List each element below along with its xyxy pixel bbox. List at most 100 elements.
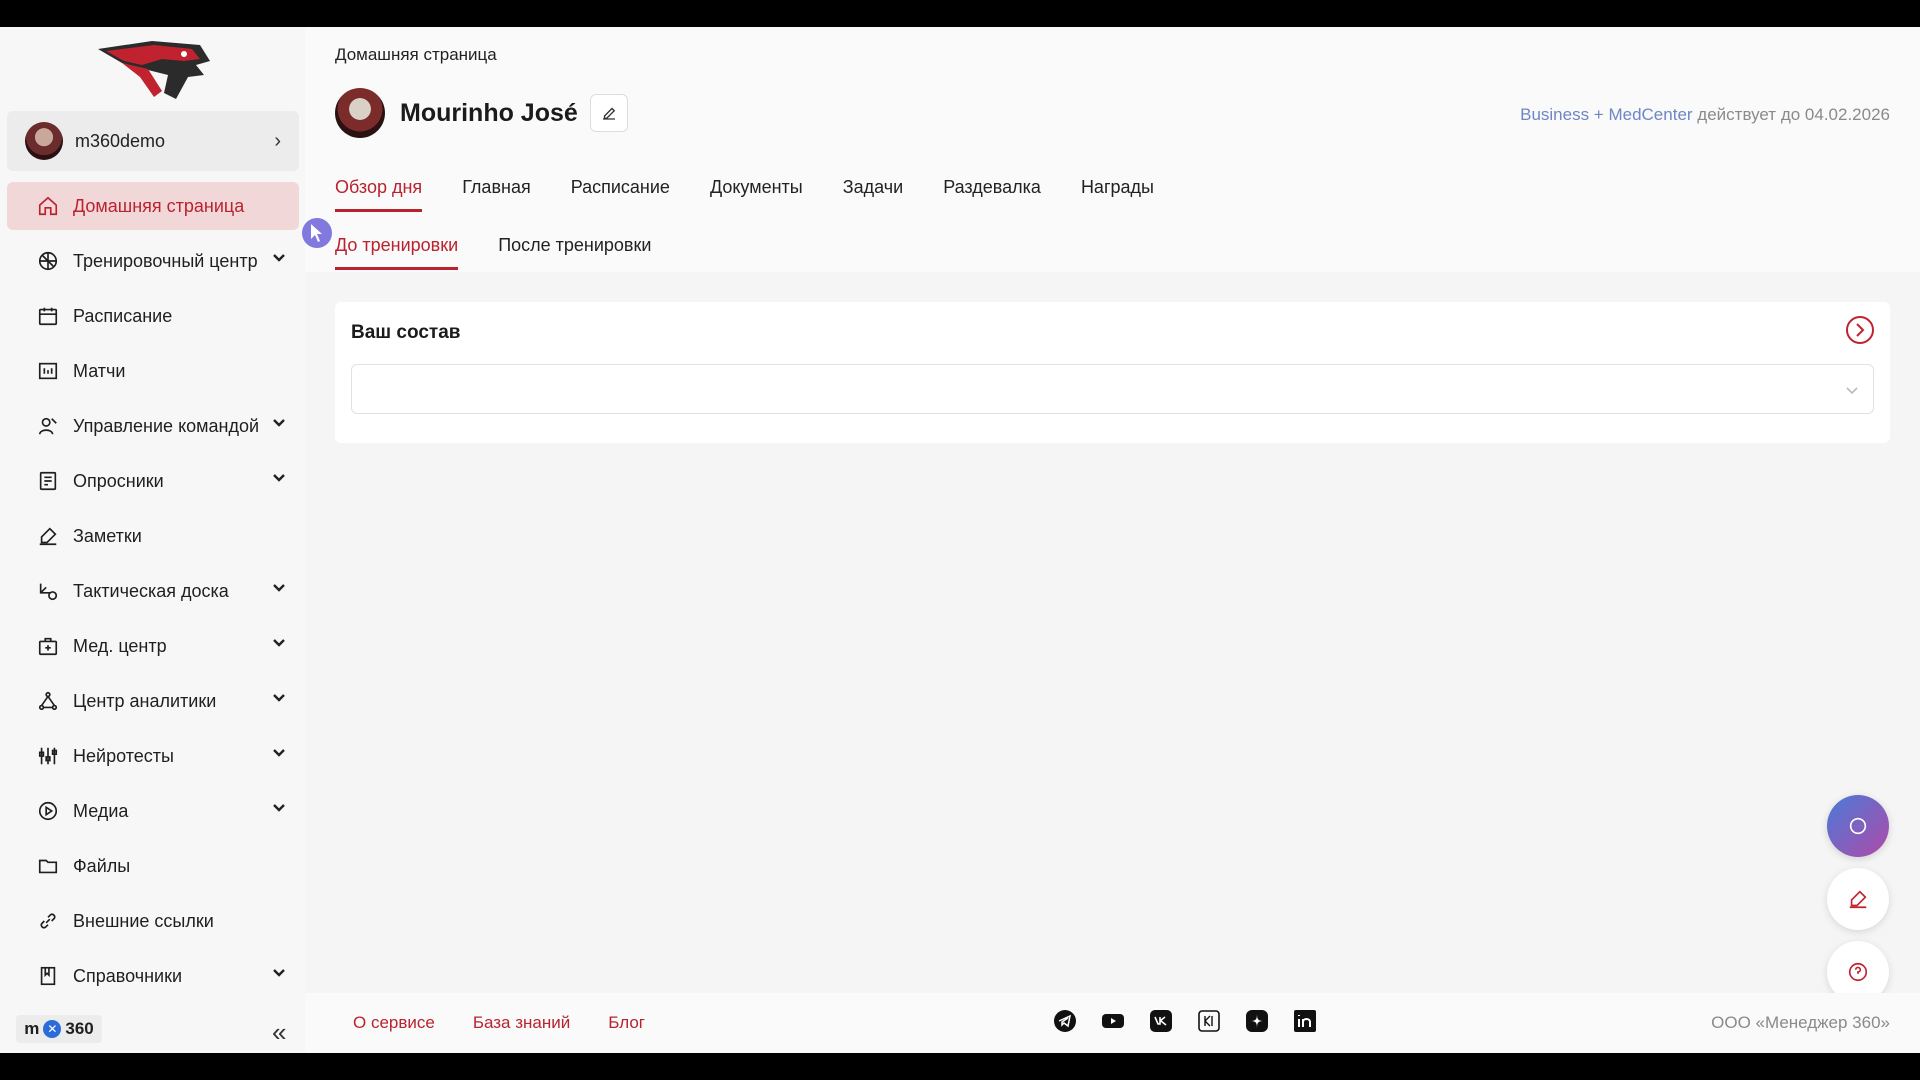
- app-window: m360demo › Домашняя страница Тренировочн…: [0, 27, 1920, 1053]
- marker-icon: [1849, 890, 1867, 909]
- mouse-cursor-icon: [302, 218, 332, 248]
- pencil-icon: [602, 107, 616, 120]
- sidebar-item-schedule[interactable]: Расписание: [7, 292, 299, 340]
- calendar-icon: [35, 303, 61, 329]
- footer-links: О сервисе База знаний Блог: [353, 1013, 645, 1033]
- sidebar-item-team-management[interactable]: Управление командой: [7, 402, 299, 450]
- sliders-icon: [35, 743, 61, 769]
- main-content: Домашняя страница Mourinho José Business…: [305, 27, 1920, 1053]
- sidebar-item-files[interactable]: Файлы: [7, 842, 299, 890]
- tab-day-overview[interactable]: Обзор дня: [335, 177, 423, 212]
- survey-icon: [35, 468, 61, 494]
- sidebar-item-neurotests[interactable]: Нейротесты: [7, 732, 299, 780]
- chevron-down-icon[interactable]: [271, 965, 287, 981]
- yandex-zen-icon[interactable]: [1197, 1009, 1221, 1033]
- profile-name: Mourinho José: [400, 98, 578, 127]
- subtab-after-training[interactable]: После тренировки: [498, 235, 651, 270]
- chevron-right-icon: ›: [274, 129, 281, 152]
- footer-link-knowledge-base[interactable]: База знаний: [473, 1013, 570, 1033]
- sidebar-nav: Домашняя страница Тренировочный центр Ра…: [7, 182, 299, 1007]
- home-icon: [35, 193, 61, 219]
- squad-select[interactable]: [351, 364, 1874, 414]
- folder-icon: [35, 853, 61, 879]
- subscription-validity: действует до 04.02.2026: [1697, 105, 1890, 124]
- sidebar-item-label: Тренировочный центр: [73, 250, 258, 271]
- youtube-icon[interactable]: [1101, 1009, 1125, 1033]
- play-icon: [35, 798, 61, 824]
- sidebar: m360demo › Домашняя страница Тренировочн…: [0, 27, 305, 1053]
- chevron-down-icon[interactable]: [271, 745, 287, 761]
- club-logo[interactable]: [92, 35, 214, 107]
- sidebar-item-label: Медиа: [73, 800, 129, 821]
- m360-logo[interactable]: m ✕ 360: [16, 1015, 102, 1043]
- card-title: Ваш состав: [351, 322, 461, 343]
- tab-awards[interactable]: Награды: [1081, 177, 1154, 212]
- sidebar-item-tactic-board[interactable]: Тактическая доска: [7, 567, 299, 615]
- chevron-down-icon[interactable]: [271, 690, 287, 706]
- analytics-icon: [35, 688, 61, 714]
- sidebar-item-label: Нейротесты: [73, 745, 174, 766]
- squad-card: Ваш состав: [335, 302, 1890, 443]
- social-links: [1053, 1009, 1317, 1033]
- sidebar-item-analytics[interactable]: Центр аналитики: [7, 677, 299, 725]
- sidebar-item-surveys[interactable]: Опросники: [7, 457, 299, 505]
- sidebar-item-label: Тактическая доска: [73, 580, 229, 601]
- sub-tabs: До тренировки После тренировки: [335, 235, 651, 270]
- subscription-plan[interactable]: Business + MedCenter: [1520, 105, 1692, 124]
- brand-number: 360: [65, 1019, 94, 1038]
- sidebar-item-label: Домашняя страница: [73, 195, 245, 216]
- chevron-down-icon[interactable]: [271, 635, 287, 651]
- main-tabs: Обзор дня Главная Расписание Документы З…: [335, 177, 1154, 212]
- marker-icon: [35, 523, 61, 549]
- chevron-down-icon[interactable]: [271, 470, 287, 486]
- chat-button[interactable]: [1827, 795, 1889, 857]
- footer: О сервисе База знаний Блог ООО «Менеджер…: [305, 993, 1920, 1053]
- sidebar-item-label: Матчи: [73, 360, 126, 381]
- sidebar-item-notes[interactable]: Заметки: [7, 512, 299, 560]
- chevron-down-icon[interactable]: [271, 250, 287, 266]
- tab-locker-room[interactable]: Раздевалка: [943, 177, 1041, 212]
- avatar: [25, 122, 63, 160]
- sidebar-item-media[interactable]: Медиа: [7, 787, 299, 835]
- dzen-star-icon[interactable]: [1245, 1009, 1269, 1033]
- sidebar-item-training-center[interactable]: Тренировочный центр: [7, 237, 299, 285]
- question-icon: [1848, 962, 1868, 982]
- sidebar-item-label: Управление командой: [73, 415, 260, 436]
- vk-icon[interactable]: [1149, 1009, 1173, 1033]
- sidebar-item-med-center[interactable]: Мед. центр: [7, 622, 299, 670]
- sidebar-item-matches[interactable]: Матчи: [7, 347, 299, 395]
- link-icon: [35, 908, 61, 934]
- sidebar-item-label: Расписание: [73, 305, 173, 326]
- subtab-before-training[interactable]: До тренировки: [335, 235, 459, 270]
- sidebar-item-label: Центр аналитики: [73, 690, 217, 711]
- sidebar-item-external-links[interactable]: Внешние ссылки: [7, 897, 299, 945]
- chevron-down-icon[interactable]: [271, 580, 287, 596]
- edit-profile-button[interactable]: [589, 94, 628, 132]
- copyright: ООО «Менеджер 360»: [1711, 1013, 1890, 1032]
- sidebar-item-references[interactable]: Справочники: [7, 952, 299, 1000]
- chevron-down-icon[interactable]: [271, 800, 287, 816]
- footer-link-blog[interactable]: Блог: [608, 1013, 645, 1033]
- brand-letter: m: [24, 1019, 40, 1038]
- collapse-sidebar-icon[interactable]: «: [272, 1017, 286, 1048]
- telegram-icon[interactable]: [1053, 1009, 1077, 1033]
- sidebar-item-label: Файлы: [73, 855, 131, 876]
- chevron-down-icon[interactable]: [271, 415, 287, 431]
- sidebar-item-home[interactable]: Домашняя страница: [7, 182, 299, 230]
- team-icon: [35, 413, 61, 439]
- tab-schedule[interactable]: Расписание: [571, 177, 670, 212]
- profile-row: Mourinho José: [335, 88, 628, 138]
- subscription-info: Business + MedCenter действует до 04.02.…: [1520, 105, 1890, 125]
- tab-documents[interactable]: Документы: [710, 177, 803, 212]
- sidebar-item-label: Справочники: [73, 965, 183, 986]
- notes-button[interactable]: [1827, 868, 1889, 930]
- tab-main[interactable]: Главная: [462, 177, 531, 212]
- footer-link-about[interactable]: О сервисе: [353, 1013, 435, 1033]
- arrow-circle-right-icon[interactable]: [1844, 314, 1876, 346]
- user-name: m360demo: [75, 130, 166, 151]
- user-switcher[interactable]: m360demo ›: [7, 111, 299, 171]
- linkedin-icon[interactable]: [1293, 1009, 1317, 1033]
- scoreboard-icon: [35, 358, 61, 384]
- chat-icon: [1849, 817, 1867, 835]
- tab-tasks[interactable]: Задачи: [843, 177, 903, 212]
